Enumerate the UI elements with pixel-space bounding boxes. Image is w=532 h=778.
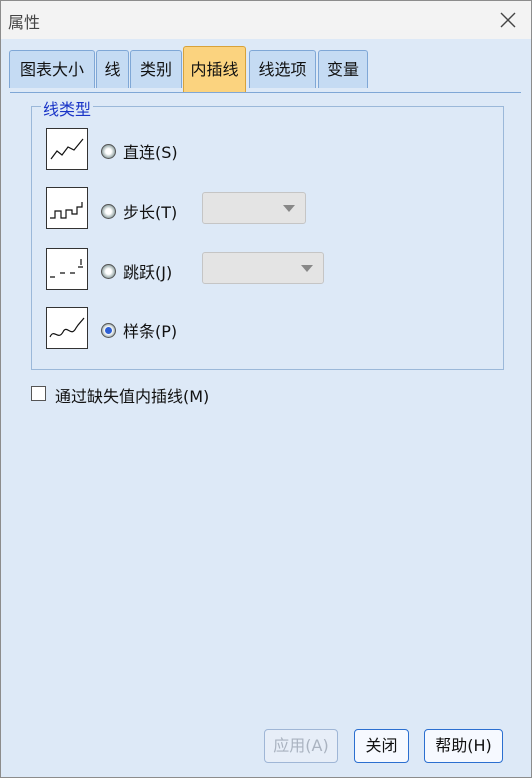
title-bar: 属性 [1,1,531,39]
step-line-icon [46,187,88,229]
radio-straight-label: 直连(S) [123,143,178,162]
jump-line-icon [46,248,88,290]
interpolate-missing-label: 通过缺失值内插线(M) [55,387,210,406]
jump-dropdown[interactable] [202,252,324,284]
radio-spline-label: 样条(P) [123,322,178,341]
tab-interpolation[interactable]: 内插线 [183,46,246,92]
group-legend: 线类型 [41,96,94,120]
step-dropdown[interactable] [202,192,306,224]
straight-line-icon [46,128,88,170]
spline-line-icon [46,307,88,349]
tab-line-options[interactable]: 线选项 [249,50,316,88]
tab-variables[interactable]: 变量 [318,50,368,88]
chevron-down-icon [301,265,313,272]
properties-dialog: 属性 图表大小 线 类别 内插线 线选项 变量 线类型 直连(S) 步长(T) [0,0,532,778]
chevron-down-icon [283,205,295,212]
tab-chart-size[interactable]: 图表大小 [9,50,95,88]
line-type-group: 线类型 直连(S) 步长(T) 跳跃(J) 样条(P) [31,96,504,370]
close-icon[interactable] [495,7,521,33]
apply-button[interactable]: 应用(A) [264,729,338,763]
radio-jump[interactable] [101,264,116,279]
interpolate-missing-checkbox[interactable] [31,386,46,401]
window-title: 属性 [8,13,41,32]
radio-jump-label: 跳跃(J) [123,263,173,282]
radio-step[interactable] [101,204,116,219]
radio-step-label: 步长(T) [123,203,178,222]
radio-straight[interactable] [101,144,116,159]
tab-category[interactable]: 类别 [130,50,182,88]
radio-spline[interactable] [101,323,116,338]
tab-content: 线类型 直连(S) 步长(T) 跳跃(J) 样条(P) 通过缺失值内插线(M) … [10,92,521,768]
help-button[interactable]: 帮助(H) [424,729,503,763]
tab-line[interactable]: 线 [96,50,129,88]
close-button[interactable]: 关闭 [354,729,409,763]
